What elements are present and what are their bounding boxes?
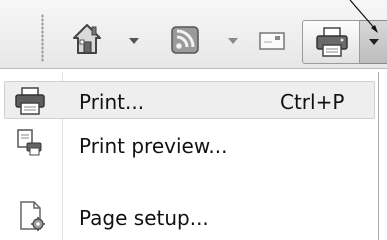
feeds-button[interactable] — [170, 22, 200, 58]
page-setup-icon — [18, 200, 50, 231]
chevron-down-icon — [369, 39, 379, 45]
home-icon — [72, 22, 102, 56]
toolbar-grip[interactable] — [41, 14, 44, 62]
print-button[interactable] — [302, 20, 360, 64]
menu-item-label: Print... — [79, 90, 145, 114]
feeds-dropdown-arrow[interactable] — [228, 38, 238, 44]
print-preview-icon — [16, 128, 48, 158]
print-dropdown-button[interactable] — [360, 20, 387, 64]
printer-icon — [14, 86, 46, 116]
menu-item-label: Print preview... — [79, 134, 228, 158]
command-bar — [0, 0, 387, 69]
print-dropdown-menu: Print... Ctrl+P Print preview... Page se… — [0, 72, 379, 240]
menu-item-shortcut: Ctrl+P — [280, 90, 345, 114]
printer-icon — [315, 26, 349, 58]
print-split-button — [302, 20, 387, 66]
home-button[interactable] — [72, 22, 102, 58]
menu-item-page-setup[interactable]: Page setup... — [0, 196, 377, 238]
menu-item-label: Page setup... — [79, 206, 209, 230]
menu-item-print-preview[interactable]: Print preview... — [0, 124, 377, 166]
menu-item-print[interactable]: Print... Ctrl+P — [0, 80, 377, 122]
read-mail-button[interactable] — [258, 22, 286, 58]
rss-feed-icon — [170, 22, 200, 56]
browser-window: Print... Ctrl+P Print preview... Page se… — [0, 0, 387, 240]
home-dropdown-arrow[interactable] — [129, 38, 139, 44]
mail-icon — [258, 22, 286, 56]
